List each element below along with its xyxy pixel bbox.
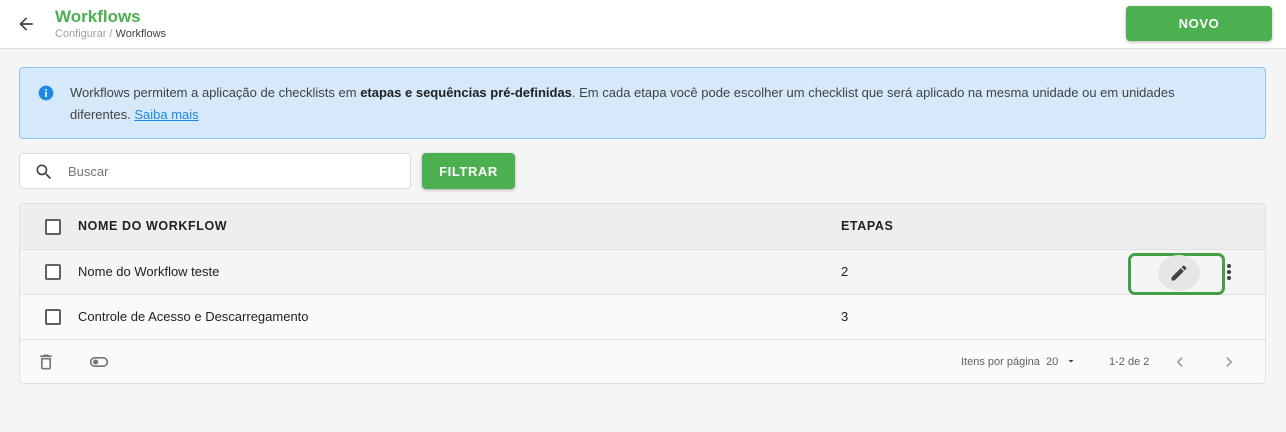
items-per-page-select[interactable]: 20 — [1046, 356, 1058, 368]
pagination-range: 1-2 de 2 — [1109, 356, 1150, 368]
info-text-start: Workflows permitem a aplicação de checkl… — [70, 85, 361, 100]
column-header-steps[interactable]: ETAPAS — [841, 219, 893, 233]
back-button[interactable] — [14, 12, 38, 36]
workflow-steps: 3 — [841, 309, 849, 324]
table-row[interactable]: Nome do Workflow teste 2 — [20, 250, 1265, 295]
info-text: Workflows permitem a aplicação de checkl… — [70, 82, 1220, 126]
row-checkbox[interactable] — [45, 309, 61, 325]
trash-icon[interactable] — [36, 352, 56, 372]
edit-button[interactable] — [1158, 255, 1200, 291]
workflow-steps: 2 — [841, 264, 849, 279]
table-header-row: NOME DO WORKFLOW ETAPAS — [20, 204, 1265, 250]
page-title: Workflows — [55, 7, 141, 26]
breadcrumb: Configurar / Workflows — [55, 28, 166, 40]
breadcrumb-current: Workflows — [115, 28, 167, 40]
row-checkbox[interactable] — [45, 264, 61, 280]
info-banner: Workflows permitem a aplicação de checkl… — [19, 67, 1266, 139]
search-icon — [36, 164, 52, 180]
more-actions-button[interactable] — [1220, 260, 1238, 284]
breadcrumb-parent[interactable]: Configurar — [55, 28, 106, 40]
select-all-checkbox[interactable] — [45, 219, 61, 235]
search-input[interactable] — [68, 154, 398, 188]
arrow-left-icon — [19, 17, 33, 31]
filter-button[interactable]: FILTRAR — [422, 153, 515, 189]
caret-down-icon[interactable] — [1065, 355, 1077, 367]
toggle-icon[interactable] — [88, 352, 110, 372]
column-header-name[interactable]: NOME DO WORKFLOW — [78, 219, 227, 233]
info-text-bold: etapas e sequências pré-definidas — [360, 85, 572, 100]
items-per-page-label: Itens por página — [961, 356, 1040, 368]
table-row[interactable]: Controle de Acesso e Descarregamento 3 — [20, 295, 1265, 340]
new-workflow-button[interactable]: NOVO — [1126, 6, 1272, 41]
pencil-icon — [1171, 265, 1187, 281]
workflows-table: NOME DO WORKFLOW ETAPAS Nome do Workflow… — [19, 203, 1266, 384]
app-header: Workflows Configurar / Workflows NOVO — [0, 0, 1286, 49]
more-vert-icon — [1227, 264, 1231, 280]
info-icon — [38, 85, 54, 101]
chevron-left-icon[interactable] — [1170, 352, 1190, 372]
search-box — [19, 153, 411, 189]
breadcrumb-separator: / — [106, 28, 116, 40]
chevron-right-icon[interactable] — [1219, 352, 1239, 372]
table-footer: Itens por página 20 1-2 de 2 — [20, 340, 1265, 383]
learn-more-link[interactable]: Saiba mais — [134, 107, 198, 122]
workflow-name: Controle de Acesso e Descarregamento — [78, 309, 309, 324]
workflow-name: Nome do Workflow teste — [78, 264, 220, 279]
